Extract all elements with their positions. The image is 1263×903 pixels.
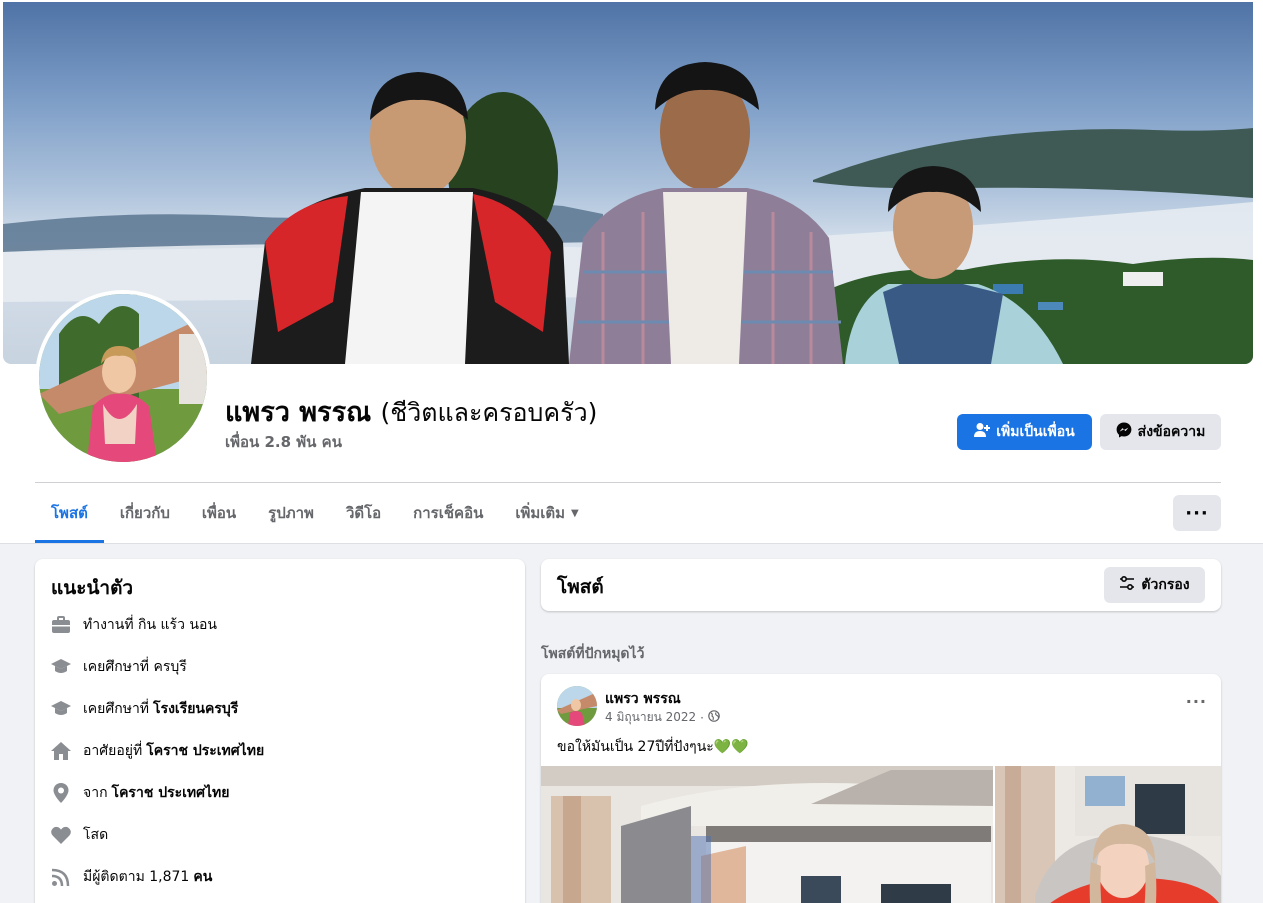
intro-item-text: เคยศึกษาที่ ครบุรี — [83, 659, 187, 675]
post-photo-1[interactable] — [541, 766, 993, 903]
intro-item-text: มีผู้ติดตาม 1,871 — [83, 869, 190, 885]
intro-item-link[interactable]: โรงเรียนครบุรี — [153, 698, 238, 720]
heart-icon — [49, 823, 73, 847]
tab-label: รูปภาพ — [268, 504, 314, 522]
tab-label: วิดีโอ — [345, 504, 382, 522]
graduation-cap-icon — [49, 655, 73, 679]
tab-photos[interactable]: รูปภาพ — [252, 483, 330, 543]
more-dots-icon: ··· — [1185, 502, 1209, 524]
profile-alt-name: (ชีวิตและครอบครัว) — [380, 398, 598, 427]
message-label: ส่งข้อความ — [1137, 424, 1206, 440]
graduation-cap-icon — [49, 697, 73, 721]
tab-more[interactable]: เพิ่มเติม ▼ — [499, 483, 594, 543]
intro-item-followers: มีผู้ติดตาม 1,871 คน — [49, 865, 212, 889]
intro-item-education-1: เคยศึกษาที่ ครบุรี — [49, 655, 187, 679]
cover-photo[interactable] — [3, 2, 1253, 364]
tab-label: เพิ่มเติม — [515, 504, 566, 522]
post-options-button[interactable]: ··· — [1186, 692, 1207, 711]
intro-item-link[interactable]: โคราช ประเทศไทย — [112, 782, 230, 804]
post-photo-1-art — [541, 766, 993, 903]
intro-item-text: อาศัยอยู่ที่ — [83, 743, 143, 759]
pinned-post-card: แพรว พรรณ 4 มิถุนายน 2022 · ··· ขอให้มัน… — [541, 674, 1221, 903]
filter-sliders-icon — [1119, 575, 1135, 595]
post-author-name[interactable]: แพรว พรรณ — [605, 688, 681, 710]
tab-label: เพื่อน — [201, 504, 237, 522]
post-avatar-art — [557, 686, 597, 726]
intro-item-from: จาก โคราช ประเทศไทย — [49, 781, 230, 805]
profile-header: แพรว พรรณ (ชีวิตและครอบครัว) เพื่อน 2.8 … — [0, 0, 1263, 543]
green-heart-emoji: 💚💚 — [713, 739, 749, 755]
intro-item-lives-in: อาศัยอยู่ที่ โคราช ประเทศไทย — [49, 739, 264, 763]
intro-item-relationship: โสด — [49, 823, 108, 847]
pinned-posts-label: โพสต์ที่ปักหมุดไว้ — [541, 646, 645, 662]
post-photo-2-art — [995, 766, 1221, 903]
profile-avatar[interactable] — [39, 294, 207, 462]
add-friend-label: เพิ่มเป็นเพื่อน — [996, 424, 1075, 440]
briefcase-icon — [49, 613, 73, 637]
add-friend-button[interactable]: เพิ่มเป็นเพื่อน — [957, 414, 1092, 450]
profile-name-main: แพรว พรรณ — [225, 397, 372, 428]
messenger-icon — [1116, 422, 1132, 442]
tab-label: โพสต์ — [51, 504, 88, 522]
post-meta: 4 มิถุนายน 2022 · — [605, 708, 720, 727]
post-text: ขอให้มันเป็น 27ปีที่ปังๆนะ💚💚 — [557, 736, 749, 758]
intro-item-text: เคยศึกษาที่ — [83, 701, 150, 717]
profile-tabs: โพสต์ เกี่ยวกับ เพื่อน รูปภาพ วิดีโอ การ… — [35, 483, 595, 543]
intro-item-text: โสด — [83, 827, 109, 843]
tab-videos[interactable]: วิดีโอ — [330, 483, 397, 543]
intro-item-work: ทำงานที่ กิน แร้ว นอน — [49, 613, 217, 637]
post-meta-separator: · — [700, 710, 704, 725]
globe-icon — [708, 710, 720, 725]
post-author-avatar[interactable] — [557, 686, 597, 726]
tab-checkins[interactable]: การเช็คอิน — [397, 483, 499, 543]
filter-button[interactable]: ตัวกรอง — [1104, 567, 1205, 603]
cover-photo-art — [3, 62, 1253, 364]
intro-item-text: ทำงานที่ กิน แร้ว นอน — [83, 617, 217, 633]
tab-posts[interactable]: โพสต์ — [35, 483, 104, 543]
posts-header-card: โพสต์ ตัวกรอง — [541, 559, 1221, 611]
intro-title: แนะนำตัว — [51, 577, 134, 599]
posts-title: โพสต์ — [557, 576, 604, 598]
intro-item-education-2: เคยศึกษาที่ โรงเรียนครบุรี — [49, 697, 238, 721]
profile-name[interactable]: แพรว พรรณ (ชีวิตและครอบครัว) — [225, 390, 597, 433]
avatar-art — [39, 294, 207, 462]
friend-count[interactable]: เพื่อน 2.8 พัน คน — [225, 430, 342, 454]
post-text-body: ขอให้มันเป็น 27ปีที่ปังๆนะ — [557, 739, 714, 755]
message-button[interactable]: ส่งข้อความ — [1100, 414, 1221, 450]
intro-item-text: จาก — [83, 785, 108, 801]
tab-about[interactable]: เกี่ยวกับ — [104, 483, 186, 543]
location-pin-icon — [49, 781, 73, 805]
more-options-button[interactable]: ··· — [1173, 495, 1221, 531]
caret-down-icon: ▼ — [571, 507, 579, 519]
intro-card: แนะนำตัว ทำงานที่ กิน แร้ว นอน เคยศึกษาท… — [35, 559, 525, 903]
filter-label: ตัวกรอง — [1141, 577, 1190, 593]
rss-icon — [49, 865, 73, 889]
header-bottom-border — [0, 543, 1263, 544]
intro-item-bold: คน — [193, 869, 213, 885]
intro-item-link[interactable]: โคราช ประเทศไทย — [146, 740, 264, 762]
post-photo-2[interactable] — [995, 766, 1221, 903]
add-friend-icon — [974, 422, 991, 442]
tab-friends[interactable]: เพื่อน — [186, 483, 252, 543]
tab-label: การเช็คอิน — [413, 504, 484, 522]
home-icon — [49, 739, 73, 763]
more-dots-icon: ··· — [1185, 692, 1207, 711]
tab-label: เกี่ยวกับ — [119, 504, 170, 522]
post-date[interactable]: 4 มิถุนายน 2022 — [605, 708, 696, 727]
